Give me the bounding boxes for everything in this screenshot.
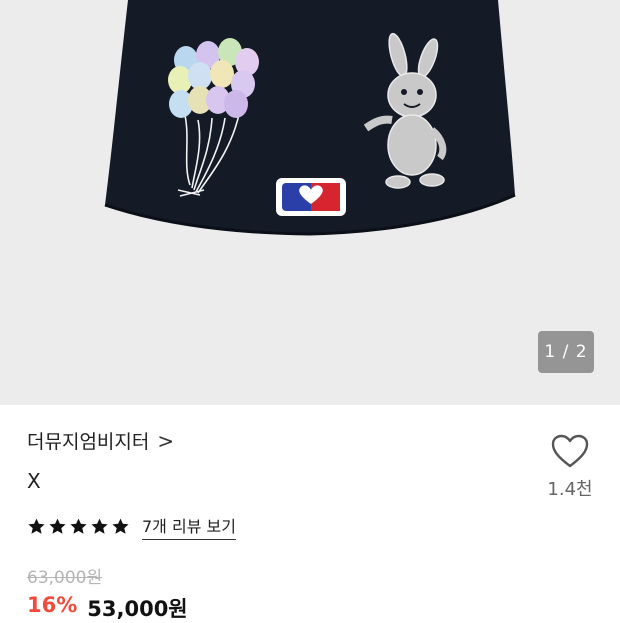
chevron-right-icon: > [157,428,175,453]
heart-outline-icon [551,434,589,468]
star-icon [112,518,129,534]
cap-image [104,0,516,236]
sale-price: 53,000원 [87,597,188,621]
discount-rate: 16% [27,593,78,617]
star-icon [91,518,108,534]
like-button[interactable]: 1.4천 [540,433,600,501]
brand-link[interactable]: 더뮤지엄비지터 > [27,427,174,454]
product-image-gallery[interactable]: 1 / 2 [0,0,620,405]
star-icon [49,518,66,534]
review-link[interactable]: 7개 리뷰 보기 [142,513,236,540]
image-counter: 1 / 2 [538,331,594,373]
price-row: 16% 53,000원 [27,593,188,623]
product-title: X [27,469,41,493]
star-rating [27,517,130,536]
star-icon [70,518,87,534]
rating-row: 7개 리뷰 보기 [27,513,236,540]
brand-name: 더뮤지엄비지터 [27,431,150,453]
original-price: 63,000원 [27,568,103,588]
like-count: 1.4천 [547,479,593,500]
product-info: 더뮤지엄비지터 > X 7개 리뷰 보기 63,000원 16% 53,000원… [0,405,620,623]
star-icon [28,518,45,534]
